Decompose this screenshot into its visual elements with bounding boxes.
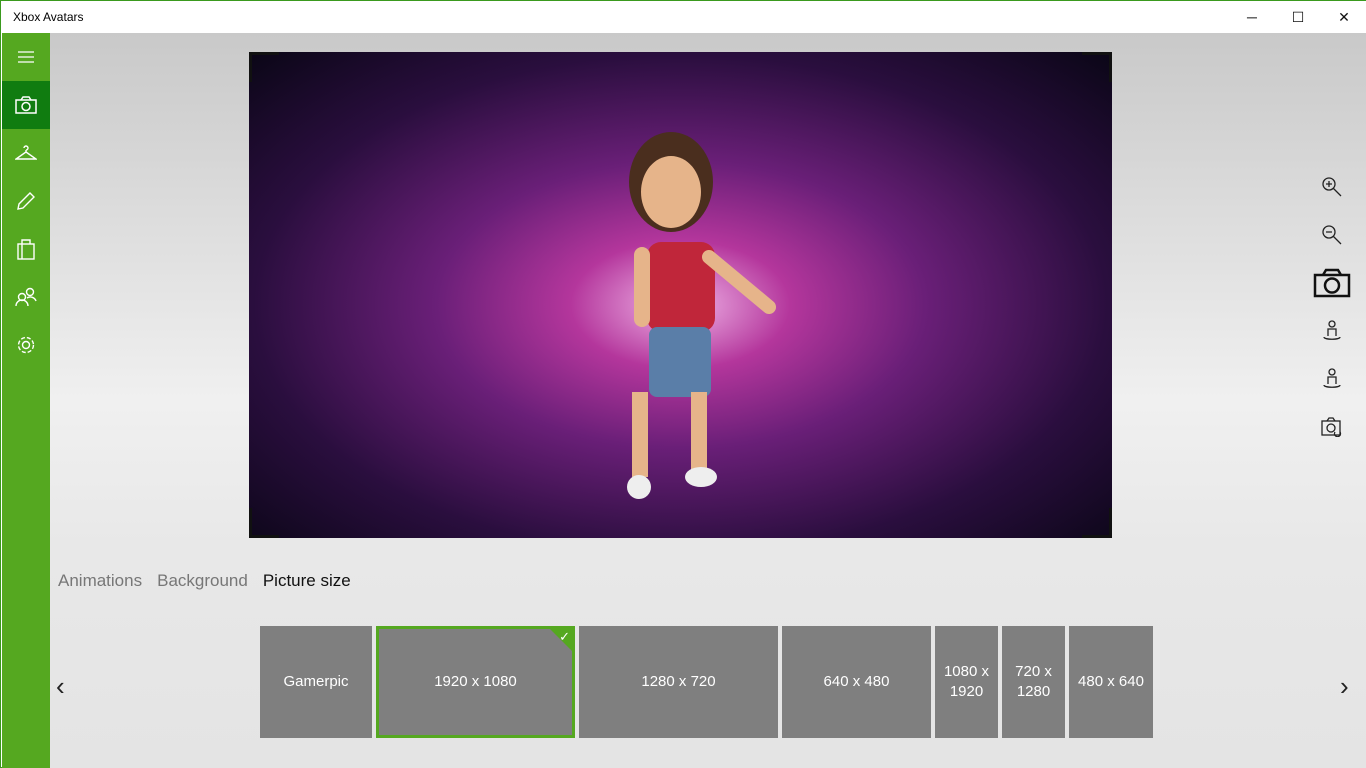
reset-camera-button[interactable] — [1312, 403, 1352, 451]
minimize-icon: ─ — [1247, 9, 1257, 25]
camera-icon — [15, 96, 37, 114]
avatar-preview[interactable] — [249, 52, 1112, 538]
sidebar-item-settings[interactable] — [2, 321, 50, 369]
zoom-out-icon — [1321, 224, 1343, 246]
window-title: Xbox Avatars — [13, 10, 84, 24]
size-tile-480x640[interactable]: 480 x 640 — [1069, 626, 1153, 738]
size-tile-gamerpic[interactable]: Gamerpic — [260, 626, 372, 738]
hamburger-menu-icon — [17, 50, 35, 64]
size-label: Gamerpic — [283, 672, 348, 692]
size-label: 480 x 640 — [1078, 672, 1144, 692]
shopping-bag-icon — [17, 238, 35, 260]
reset-camera-icon — [1321, 417, 1343, 437]
zoom-out-button[interactable] — [1312, 211, 1352, 259]
people-icon — [15, 287, 37, 307]
hanger-icon — [15, 145, 37, 161]
size-tile-1080x1920[interactable]: 1080 x 1920 — [935, 626, 998, 738]
app-window: Xbox Avatars ─ ☐ ✕ Animations Background… — [0, 0, 1366, 768]
rotate-left-icon — [1322, 320, 1342, 342]
camera-capture-icon — [1313, 268, 1351, 298]
minimize-button[interactable]: ─ — [1229, 1, 1275, 33]
take-picture-button[interactable] — [1312, 259, 1352, 307]
avatar-figure — [249, 52, 1112, 538]
rotate-right-icon — [1322, 368, 1342, 390]
sidebar-item-wardrobe[interactable] — [2, 129, 50, 177]
zoom-in-icon — [1321, 176, 1343, 198]
tab-background[interactable]: Background — [157, 571, 248, 591]
main-area: Animations Background Picture size ‹ Gam… — [50, 33, 1366, 768]
size-tile-640x480[interactable]: 640 x 480 — [782, 626, 931, 738]
size-label: 1920 x 1080 — [434, 672, 517, 692]
size-label: 1080 x 1920 — [943, 662, 990, 702]
menu-button[interactable] — [2, 33, 50, 81]
next-button[interactable]: › — [1340, 671, 1349, 702]
close-icon: ✕ — [1338, 9, 1350, 26]
picture-size-list: Gamerpic 1920 x 1080 ✓ 1280 x 720 640 x 4… — [260, 626, 1153, 738]
size-tile-1280x720[interactable]: 1280 x 720 — [579, 626, 778, 738]
sidebar-item-store[interactable] — [2, 225, 50, 273]
previous-button[interactable]: ‹ — [56, 671, 65, 702]
options-tabs: Animations Background Picture size — [58, 571, 351, 591]
title-bar: Xbox Avatars ─ ☐ ✕ — [1, 1, 1366, 33]
size-tile-720x1280[interactable]: 720 x 1280 — [1002, 626, 1065, 738]
rotate-right-button[interactable] — [1312, 355, 1352, 403]
tab-animations[interactable]: Animations — [58, 571, 142, 591]
close-button[interactable]: ✕ — [1321, 1, 1366, 33]
size-tile-1920x1080[interactable]: 1920 x 1080 ✓ — [376, 626, 575, 738]
checkmark-icon: ✓ — [559, 627, 570, 647]
sidebar — [2, 33, 50, 768]
size-label: 1280 x 720 — [641, 672, 715, 692]
sidebar-item-friends[interactable] — [2, 273, 50, 321]
rotate-left-button[interactable] — [1312, 307, 1352, 355]
sidebar-item-camera[interactable] — [2, 81, 50, 129]
tab-picture-size[interactable]: Picture size — [263, 571, 351, 591]
gear-icon — [15, 334, 37, 356]
size-label: 640 x 480 — [824, 672, 890, 692]
size-label: 720 x 1280 — [1014, 662, 1053, 702]
maximize-button[interactable]: ☐ — [1275, 1, 1321, 33]
sidebar-item-edit[interactable] — [2, 177, 50, 225]
maximize-icon: ☐ — [1292, 9, 1305, 26]
zoom-in-button[interactable] — [1312, 163, 1352, 211]
camera-toolbar — [1312, 163, 1352, 451]
pencil-icon — [16, 191, 36, 211]
